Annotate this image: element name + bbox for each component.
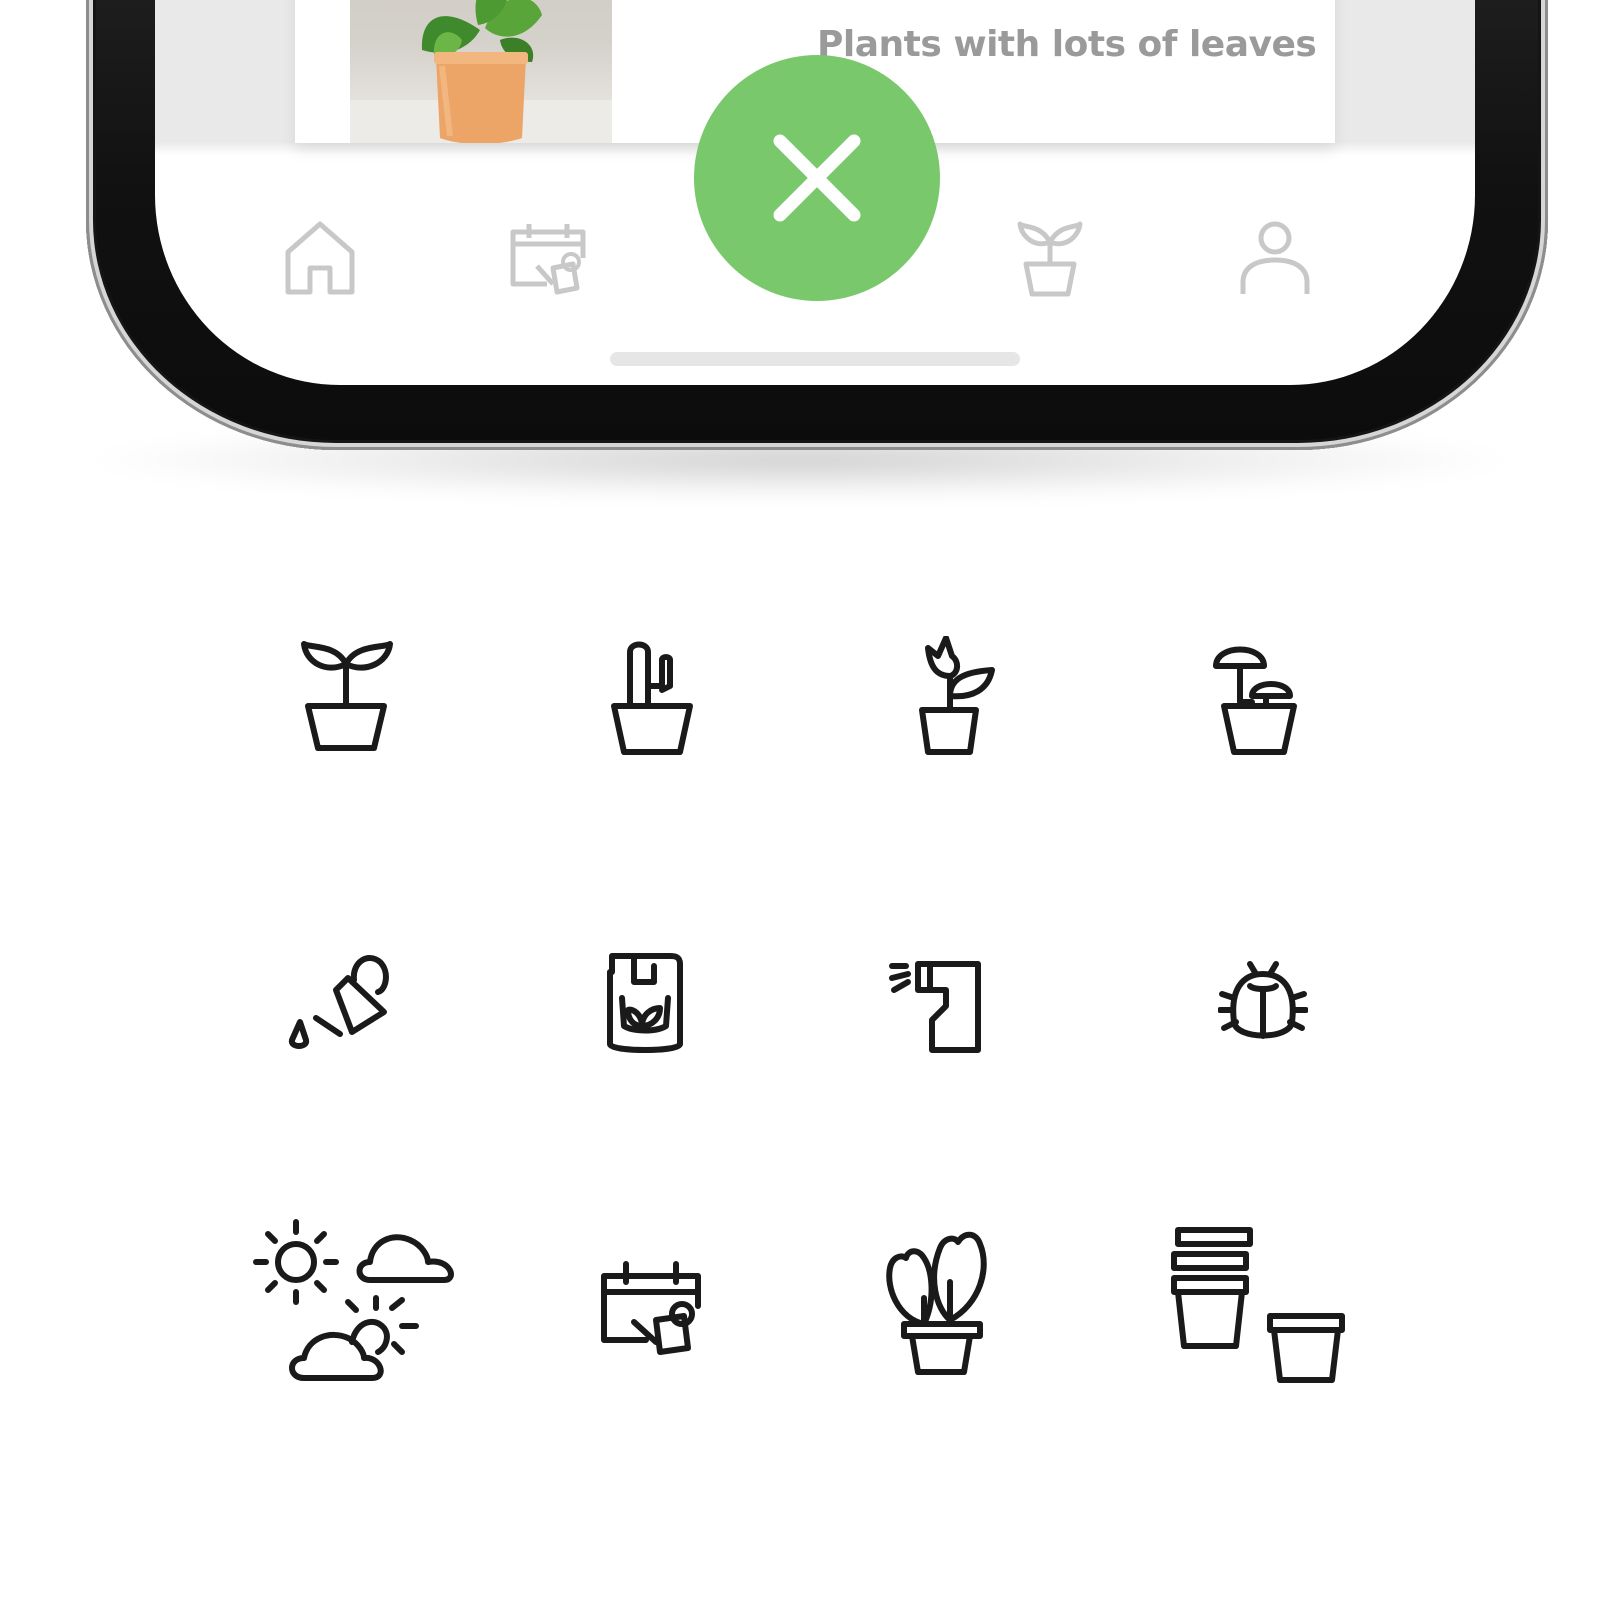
spray-bottle-icon bbox=[888, 960, 986, 1054]
flower-pot-icon bbox=[912, 636, 1000, 758]
cactus-pot-icon bbox=[610, 640, 694, 756]
sprout-pot-icon bbox=[300, 640, 396, 752]
tropical-plant-pot-icon bbox=[884, 1228, 996, 1376]
close-icon bbox=[773, 134, 861, 222]
stacked-pots-icon bbox=[1170, 1226, 1356, 1386]
close-button[interactable] bbox=[694, 55, 940, 301]
sprout-pot-icon bbox=[1017, 221, 1083, 297]
tab-home[interactable] bbox=[282, 218, 362, 298]
tab-profile[interactable] bbox=[1235, 218, 1315, 298]
watering-can-icon bbox=[286, 950, 396, 1050]
potted-plant-image bbox=[350, 0, 612, 143]
plant-photo bbox=[350, 0, 612, 143]
tab-calendar[interactable] bbox=[507, 218, 587, 298]
weather-icon bbox=[252, 1218, 462, 1382]
fertilizer-bag-icon bbox=[604, 952, 686, 1056]
home-indicator bbox=[610, 352, 1020, 366]
card-title: Plants with lots of leaves bbox=[817, 24, 1317, 65]
bug-icon bbox=[1218, 960, 1308, 1046]
profile-icon bbox=[1240, 221, 1310, 294]
calendar-watering-icon bbox=[510, 224, 586, 295]
mushroom-pot-icon bbox=[1210, 640, 1302, 756]
home-icon bbox=[285, 221, 355, 295]
tab-plants[interactable] bbox=[1010, 218, 1090, 298]
calendar-watering-icon bbox=[600, 1260, 704, 1356]
